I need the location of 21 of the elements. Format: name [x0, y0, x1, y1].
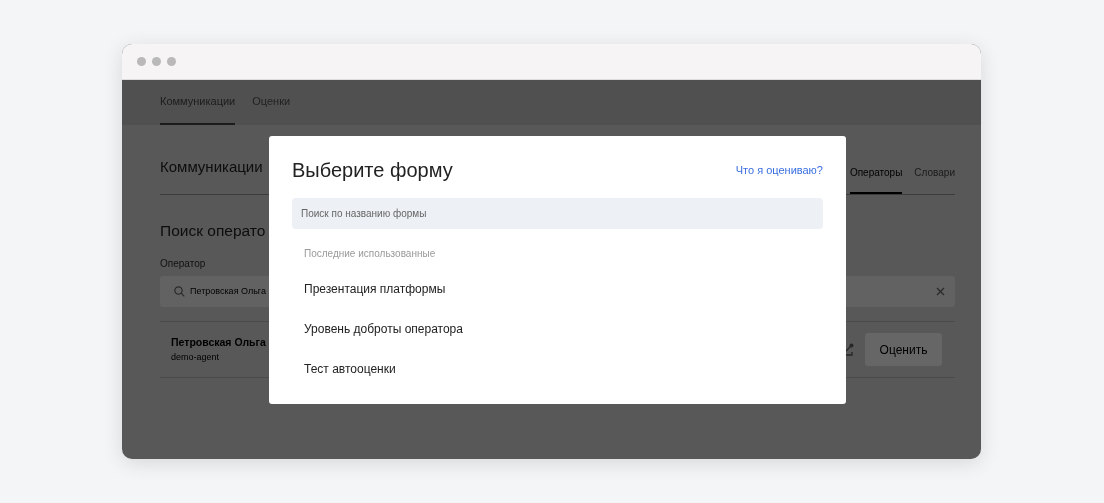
operator-name: Петровская Ольга [171, 335, 266, 351]
rate-button[interactable]: Оценить [865, 333, 942, 367]
form-item[interactable]: Тест автооценки [292, 349, 823, 389]
clear-icon[interactable] [936, 287, 945, 297]
form-item[interactable]: Уровень доброты оператора [292, 309, 823, 349]
page-tab[interactable]: Словари [914, 165, 955, 194]
field-label: Оператор [160, 257, 207, 272]
window-control-dot[interactable] [137, 57, 146, 66]
search-icon [174, 286, 185, 298]
page-title: Коммуникации [160, 156, 263, 177]
page-tab[interactable]: Операторы [849, 165, 903, 194]
form-item[interactable]: Презентация платформы [292, 269, 823, 309]
window-control-dot[interactable] [152, 57, 161, 66]
field-value: Петровская Ольга [190, 285, 266, 298]
section-title: Поиск операто [160, 221, 267, 241]
window-control-dot[interactable] [167, 57, 176, 66]
modal-title: Выберите форму [292, 158, 453, 182]
operator-login: demo-agent [171, 350, 221, 364]
search-field[interactable]: Поиск по названию формы [292, 198, 823, 229]
help-link[interactable]: Что я оцениваю? [735, 161, 823, 179]
section-label: Последние использованные [304, 247, 437, 261]
